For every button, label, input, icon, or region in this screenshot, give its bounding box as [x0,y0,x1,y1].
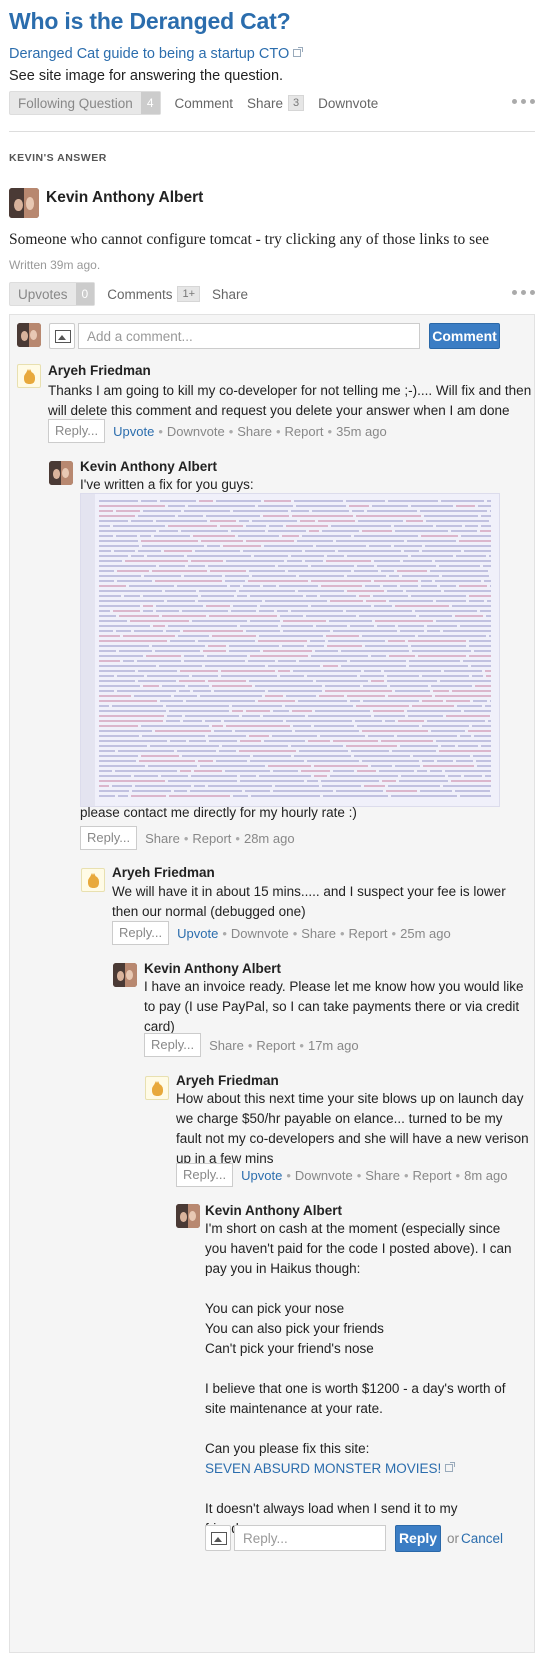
reply-submit-button[interactable]: Reply [395,1525,441,1552]
share-link[interactable]: Share [145,831,180,846]
report-link[interactable]: Report [256,1038,295,1053]
share-count: 3 [288,95,305,111]
comment-timestamp[interactable]: 35m ago [336,424,387,439]
answer-action-bar: Upvotes 0 Comments 1+ Share [9,282,535,306]
comments-count: 1+ [177,286,201,302]
avatar[interactable] [113,963,137,987]
comments-button[interactable]: Comments 1+ [107,286,201,302]
comment-text: Thanks I am going to kill my co-develope… [48,383,532,418]
report-link[interactable]: Report [285,424,324,439]
comment-text: We will have it in about 15 mins..... an… [112,884,506,919]
avatar[interactable] [81,868,105,892]
comment-author[interactable]: Kevin Anthony Albert [205,1203,342,1218]
question-title: Who is the Deranged Cat? [9,8,291,34]
upvote-button[interactable]: Upvotes 0 [9,282,96,306]
topic-link[interactable]: Deranged Cat guide to being a startup CT… [9,46,304,62]
share-button[interactable]: Share [212,287,248,302]
comment-text: How about this next time your site blows… [176,1091,529,1166]
comment-author[interactable]: Aryeh Friedman [48,363,151,378]
divider [9,131,535,132]
upvote-link[interactable]: Upvote [177,926,218,941]
reply-button[interactable]: Reply... [112,921,170,945]
downvote-link[interactable]: Downvote [295,1168,353,1183]
comment-text: I've written a fix for you guys: [80,477,254,492]
report-link[interactable]: Report [413,1168,452,1183]
share-link[interactable]: Share [209,1038,244,1053]
report-link[interactable]: Report [349,926,388,941]
comment-text: please contact me directly for my hourly… [80,805,357,820]
avatar[interactable] [49,461,73,485]
share-link[interactable]: Share [237,424,272,439]
reply-input[interactable]: Reply... [234,1525,386,1551]
reply-button[interactable]: Reply... [176,1163,234,1187]
image-upload-icon[interactable] [49,323,75,349]
reply-button[interactable]: Reply... [144,1033,202,1057]
avatar[interactable] [17,364,41,388]
comment-author[interactable]: Kevin Anthony Albert [144,961,281,976]
report-link[interactable]: Report [192,831,231,846]
external-link-icon [293,47,304,57]
code-snippet-image [80,493,500,807]
share-button[interactable]: Share 3 [247,95,305,111]
downvote-link[interactable]: Downvote [167,424,225,439]
share-link[interactable]: Share [301,926,336,941]
comment-actions: Reply... Upvote • Downvote • Share • Rep… [48,419,387,443]
comment-timestamp[interactable]: 17m ago [308,1038,359,1053]
comment-actions: Reply... Share • Report • 17m ago [144,1033,359,1057]
upvote-link[interactable]: Upvote [113,424,154,439]
comment-author[interactable]: Aryeh Friedman [112,865,215,880]
answer-timestamp[interactable]: Written 39m ago. [9,258,100,272]
avatar [17,323,41,347]
share-link[interactable]: Share [365,1168,400,1183]
reply-button[interactable]: Reply... [48,419,106,443]
downvote-link[interactable]: Downvote [231,926,289,941]
cancel-link[interactable]: Cancel [461,1531,503,1546]
more-options-icon[interactable] [512,99,535,104]
comment-button[interactable]: Comment [175,96,234,111]
avatar[interactable] [9,188,39,218]
reply-button[interactable]: Reply... [80,826,138,850]
comment-actions: Reply... Share • Report • 28m ago [80,826,295,850]
movie-site-link[interactable]: SEVEN ABSURD MONSTER MOVIES! [205,1461,456,1476]
or-text: or [447,1531,460,1546]
answer-author[interactable]: Kevin Anthony Albert [46,189,203,207]
comment-timestamp[interactable]: 25m ago [400,926,451,941]
image-upload-icon[interactable] [205,1525,231,1551]
answer-section-label: KEVIN'S ANSWER [9,152,107,164]
external-link-icon [445,1462,456,1472]
upvote-link[interactable]: Upvote [241,1168,282,1183]
comment-actions: Reply... Upvote • Downvote • Share • Rep… [176,1163,507,1187]
following-question-button[interactable]: Following Question 4 [9,91,161,115]
comment-submit-button[interactable]: Comment [429,323,500,349]
upvote-count: 0 [75,283,95,305]
comment-author[interactable]: Aryeh Friedman [176,1073,279,1088]
add-comment-input[interactable]: Add a comment... [78,323,420,349]
more-options-icon[interactable] [512,290,535,295]
avatar[interactable] [145,1076,169,1100]
comment-text: I'm short on cash at the moment (especia… [205,1221,512,1536]
question-action-bar: Following Question 4 Comment Share 3 Down… [9,91,535,115]
comment-actions: Reply... Upvote • Downvote • Share • Rep… [112,921,451,945]
comment-text: I have an invoice ready. Please let me k… [144,979,524,1034]
comment-timestamp[interactable]: 28m ago [244,831,295,846]
following-count: 4 [140,92,160,114]
question-detail: See site image for answering the questio… [9,68,284,84]
avatar[interactable] [176,1204,200,1228]
comment-timestamp[interactable]: 8m ago [464,1168,507,1183]
answer-body: Someone who cannot configure tomcat - tr… [9,231,489,248]
downvote-button[interactable]: Downvote [318,96,378,111]
comment-author[interactable]: Kevin Anthony Albert [80,459,217,474]
